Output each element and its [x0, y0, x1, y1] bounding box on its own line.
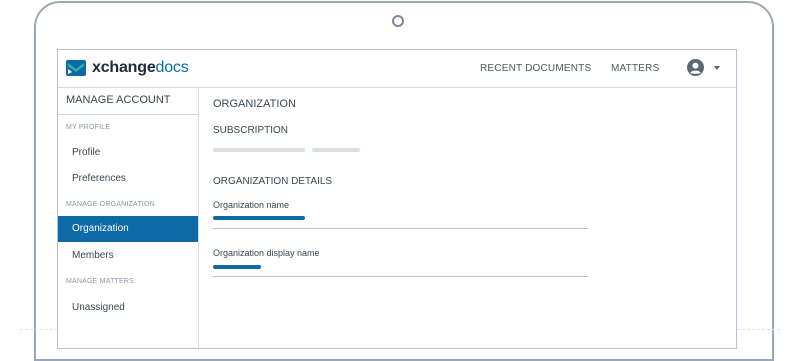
organization-display-name-value-placeholder[interactable]: [213, 265, 261, 269]
sidebar-item-label: Profile: [72, 147, 101, 158]
app-logo[interactable]: xchangedocs: [66, 59, 189, 77]
logo-brand-part1: xchange: [92, 59, 156, 76]
organization-details-heading: ORGANIZATION DETAILS: [213, 176, 333, 187]
organization-name-value-placeholder[interactable]: [213, 216, 305, 220]
sidebar-item-organization[interactable]: Organization: [58, 216, 198, 242]
organization-display-name-label: Organization display name: [213, 248, 320, 258]
top-navbar: xchangedocs RECENT DOCUMENTS MATTERS: [58, 50, 736, 88]
subscription-loading-placeholder: [213, 148, 305, 152]
sidebar-item-preferences[interactable]: Preferences: [58, 166, 198, 192]
section-manage-matters: MANAGE MATTERS: [66, 278, 135, 285]
nav-matters[interactable]: MATTERS: [611, 63, 659, 74]
sidebar-item-label: Members: [72, 250, 114, 261]
sidebar-item-profile[interactable]: Profile: [58, 140, 198, 166]
section-manage-organization: MANAGE ORGANIZATION: [66, 201, 155, 208]
organization-name-label: Organization name: [213, 200, 290, 210]
nav-recent-documents[interactable]: RECENT DOCUMENTS: [480, 63, 591, 74]
subscription-heading: SUBSCRIPTION: [213, 125, 289, 136]
sidebar: MANAGE ACCOUNT MY PROFILE Profile Prefer…: [58, 88, 199, 350]
camera-icon: [392, 15, 404, 27]
section-my-profile: MY PROFILE: [66, 124, 111, 131]
organization-display-name-underline: [213, 276, 588, 277]
logo-text: xchangedocs: [92, 59, 189, 77]
app-window: xchangedocs RECENT DOCUMENTS MATTERS MAN…: [57, 49, 737, 350]
sidebar-item-unassigned[interactable]: Unassigned: [58, 295, 198, 321]
sidebar-item-label: Unassigned: [72, 302, 125, 313]
sidebar-item-members[interactable]: Members: [58, 243, 198, 269]
page-title: ORGANIZATION: [213, 98, 296, 110]
main-content: ORGANIZATION SUBSCRIPTION ORGANIZATION D…: [213, 88, 733, 350]
organization-name-underline: [213, 228, 588, 229]
sidebar-item-label: Preferences: [72, 173, 126, 184]
caret-down-icon[interactable]: [714, 66, 720, 70]
subscription-loading-placeholder: [312, 148, 360, 152]
sidebar-item-label: Organization: [72, 223, 129, 234]
xchangedocs-logo-icon: [66, 60, 86, 76]
sidebar-title: MANAGE ACCOUNT: [66, 94, 171, 106]
user-circle-icon[interactable]: [687, 59, 704, 76]
sidebar-title-divider: [58, 114, 198, 115]
logo-brand-part2: docs: [155, 59, 189, 76]
